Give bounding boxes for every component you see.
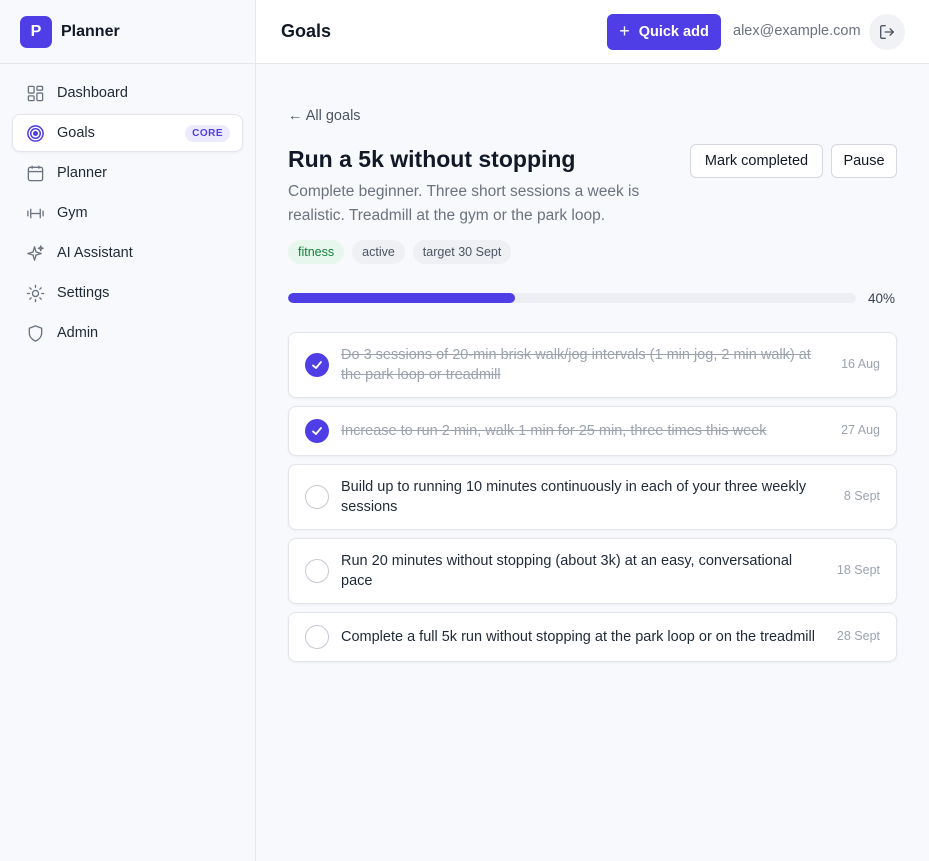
task-text: Increase to run 2 min, walk 1 min for 25… (341, 423, 767, 439)
task-item: Do 3 sessions of 20-min brisk walk/jog i… (288, 332, 897, 398)
mark-completed-button[interactable]: Mark completed (690, 144, 823, 178)
task-date: 27 Aug (841, 423, 880, 437)
dumbbell-icon (25, 203, 45, 223)
calendar-icon (25, 163, 45, 183)
task-date: 18 Sept (836, 563, 880, 577)
task-item: Increase to run 2 min, walk 1 min for 25… (288, 406, 897, 456)
task-text: Complete a full 5k run without stopping … (341, 629, 815, 645)
quick-add-button[interactable]: + Quick add (607, 14, 721, 50)
goal-title: Run a 5k without stopping (288, 146, 576, 172)
task-checkbox[interactable] (305, 485, 329, 509)
progress-label: 40% (868, 291, 896, 306)
sun-icon (25, 283, 45, 303)
brand: P Planner (0, 0, 255, 64)
logout-button[interactable] (869, 14, 905, 50)
quick-add-label: Quick add (638, 24, 709, 40)
top-bar: Goals + Quick add alex@example.com (256, 0, 929, 64)
sidebar-item-ai-assistant[interactable]: AI Assistant (12, 234, 243, 272)
page-title: Goals (281, 21, 332, 41)
tag-status: active (352, 240, 405, 264)
core-badge: CORE (185, 124, 230, 142)
check-icon (312, 361, 322, 369)
brand-name: Planner (61, 22, 120, 40)
tag-category: fitness (288, 240, 345, 264)
sidebar-item-gym[interactable]: Gym (12, 194, 243, 232)
logout-icon (880, 25, 894, 39)
sidebar-item-goals[interactable]: Goals CORE (12, 114, 243, 152)
sidebar-item-dashboard[interactable]: Dashboard (12, 74, 243, 112)
plus-icon: + (619, 21, 630, 41)
goal-tags: fitness active target 30 Sept (288, 240, 512, 264)
back-to-goals-link[interactable]: ← All goals (288, 108, 361, 124)
task-checkbox[interactable] (305, 419, 329, 443)
task-item: Run 20 minutes without stopping (about 3… (288, 538, 897, 604)
task-date: 28 Sept (836, 629, 880, 643)
pause-button[interactable]: Pause (831, 144, 897, 178)
dashboard-icon (25, 83, 45, 103)
sidebar: P Planner Dashboard Goals CORE Planner G… (0, 0, 256, 861)
task-item: Complete a full 5k run without stopping … (288, 612, 897, 662)
sidebar-item-label: AI Assistant (57, 245, 133, 261)
tag-target-date: target 30 Sept (412, 240, 512, 264)
sidebar-item-label: Goals (57, 125, 95, 141)
sidebar-item-settings[interactable]: Settings (12, 274, 243, 312)
sidebar-item-label: Settings (57, 285, 110, 301)
progress-fill (288, 293, 516, 303)
shield-icon (25, 323, 45, 343)
task-text: Build up to running 10 minutes continuou… (341, 479, 807, 515)
task-date: 8 Sept (843, 489, 880, 503)
progress-bar (288, 293, 856, 303)
task-date: 16 Aug (841, 357, 880, 371)
task-checkbox[interactable] (305, 559, 329, 583)
sidebar-item-label: Dashboard (57, 85, 128, 101)
user-email: alex@example.com (733, 23, 861, 39)
sidebar-item-planner[interactable]: Planner (12, 154, 243, 192)
sidebar-item-label: Admin (57, 325, 99, 341)
sidebar-item-label: Planner (57, 165, 107, 181)
brand-logo: P (20, 15, 52, 48)
sidebar-nav: Dashboard Goals CORE Planner Gym AI Assi… (0, 64, 255, 364)
target-icon (25, 123, 45, 143)
task-checkbox[interactable] (305, 625, 329, 649)
sidebar-item-label: Gym (57, 205, 88, 221)
task-text: Do 3 sessions of 20-min brisk walk/jog i… (341, 347, 811, 383)
sidebar-item-admin[interactable]: Admin (12, 314, 243, 352)
task-checkbox[interactable] (305, 353, 329, 377)
sparkles-icon (25, 243, 45, 263)
task-item: Build up to running 10 minutes continuou… (288, 464, 897, 530)
goal-detail: ← All goals Run a 5k without stopping Co… (256, 64, 929, 861)
goal-description: Complete beginner. Three short sessions … (288, 183, 640, 224)
task-text: Run 20 minutes without stopping (about 3… (341, 553, 793, 589)
check-icon (312, 427, 322, 435)
